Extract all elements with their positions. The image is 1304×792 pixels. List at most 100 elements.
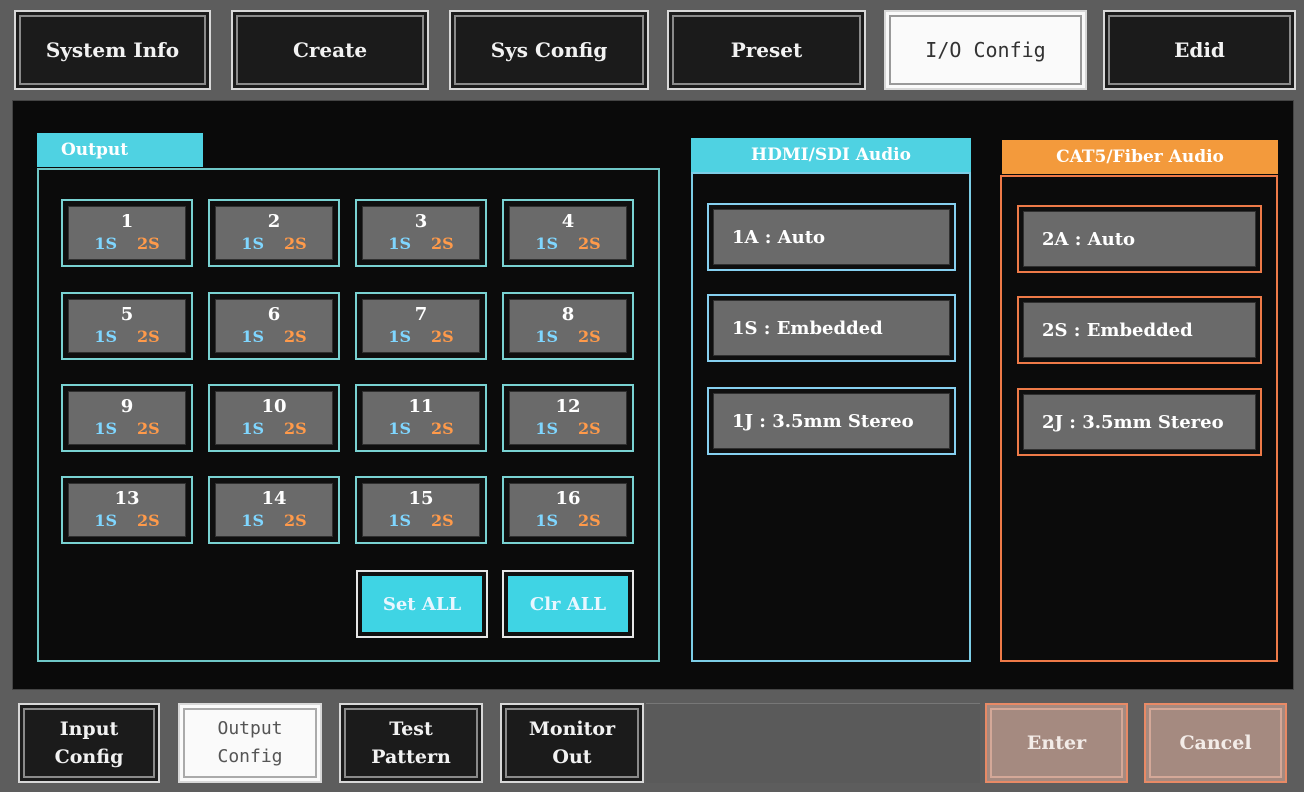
output-button-face: 6 1S 2S xyxy=(215,299,333,353)
output-button-face: 3 1S 2S xyxy=(362,206,480,260)
test-pattern-button[interactable]: Test Pattern xyxy=(339,703,483,783)
output-button-15[interactable]: 15 1S 2S xyxy=(355,476,487,544)
port-2s-label: 2S xyxy=(431,327,454,346)
tab-io-config[interactable]: I/O Config xyxy=(884,10,1087,90)
port-1s-label: 1S xyxy=(388,511,411,530)
output-number: 12 xyxy=(555,396,581,417)
port-2s-label: 2S xyxy=(578,419,601,438)
clr-all-button[interactable]: Clr ALL xyxy=(502,570,634,638)
hdmi-audio-item-label: 1A : Auto xyxy=(713,209,950,265)
tab-sys-config[interactable]: Sys Config xyxy=(449,10,649,90)
output-number: 5 xyxy=(120,304,134,325)
cat5-audio-item-stereo[interactable]: 2J : 3.5mm Stereo xyxy=(1017,388,1262,456)
tab-edid[interactable]: Edid xyxy=(1103,10,1296,90)
hdmi-audio-item-auto[interactable]: 1A : Auto xyxy=(707,203,956,271)
output-button-10[interactable]: 10 1S 2S xyxy=(208,384,340,452)
output-button-6[interactable]: 6 1S 2S xyxy=(208,292,340,360)
cancel-button[interactable]: Cancel xyxy=(1144,703,1287,783)
output-button-2[interactable]: 2 1S 2S xyxy=(208,199,340,267)
bottom-bar-spacer xyxy=(646,703,980,783)
output-button-face: 10 1S 2S xyxy=(215,391,333,445)
output-ports: 1S 2S xyxy=(94,510,159,532)
output-button-1[interactable]: 1 1S 2S xyxy=(61,199,193,267)
output-number: 14 xyxy=(261,488,287,509)
port-1s-label: 1S xyxy=(535,419,558,438)
output-number: 3 xyxy=(414,211,428,232)
output-button-face: 8 1S 2S xyxy=(509,299,627,353)
output-number: 8 xyxy=(561,304,575,325)
test-pattern-line1: Test xyxy=(389,718,433,740)
output-button-3[interactable]: 3 1S 2S xyxy=(355,199,487,267)
output-button-face: 2 1S 2S xyxy=(215,206,333,260)
output-number: 2 xyxy=(267,211,281,232)
output-panel-title: Output xyxy=(37,133,203,167)
output-button-face: 7 1S 2S xyxy=(362,299,480,353)
output-button-face: 1 1S 2S xyxy=(68,206,186,260)
port-1s-label: 1S xyxy=(388,234,411,253)
port-1s-label: 1S xyxy=(241,327,264,346)
input-config-line1: Input xyxy=(59,718,119,740)
cat5-audio-item-auto[interactable]: 2A : Auto xyxy=(1017,205,1262,273)
output-number: 9 xyxy=(120,396,134,417)
output-ports: 1S 2S xyxy=(241,233,306,255)
output-number: 6 xyxy=(267,304,281,325)
port-1s-label: 1S xyxy=(94,419,117,438)
input-config-line2: Config xyxy=(54,746,124,768)
output-config-button[interactable]: Output Config xyxy=(178,703,322,783)
output-button-16[interactable]: 16 1S 2S xyxy=(502,476,634,544)
output-button-9[interactable]: 9 1S 2S xyxy=(61,384,193,452)
output-button-13[interactable]: 13 1S 2S xyxy=(61,476,193,544)
output-number: 4 xyxy=(561,211,575,232)
output-ports: 1S 2S xyxy=(94,233,159,255)
monitor-out-line2: Out xyxy=(552,746,592,768)
port-2s-label: 2S xyxy=(284,419,307,438)
output-ports: 1S 2S xyxy=(388,233,453,255)
port-2s-label: 2S xyxy=(431,234,454,253)
hdmi-audio-item-label: 1S : Embedded xyxy=(713,300,950,356)
output-button-face: 14 1S 2S xyxy=(215,483,333,537)
output-config-line2: Config xyxy=(217,746,283,767)
output-button-face: 9 1S 2S xyxy=(68,391,186,445)
clr-all-label: Clr ALL xyxy=(508,576,628,632)
port-2s-label: 2S xyxy=(431,511,454,530)
tab-create[interactable]: Create xyxy=(231,10,429,90)
output-config-line1: Output xyxy=(217,718,283,739)
test-pattern-line2: Pattern xyxy=(371,746,451,768)
right-bezel xyxy=(1294,0,1304,792)
set-all-button[interactable]: Set ALL xyxy=(356,570,488,638)
hdmi-audio-item-stereo[interactable]: 1J : 3.5mm Stereo xyxy=(707,387,956,455)
input-config-button[interactable]: Input Config xyxy=(18,703,160,783)
output-button-11[interactable]: 11 1S 2S xyxy=(355,384,487,452)
tab-system-info[interactable]: System Info xyxy=(14,10,211,90)
cat5-audio-item-embedded[interactable]: 2S : Embedded xyxy=(1017,296,1262,364)
port-2s-label: 2S xyxy=(578,327,601,346)
tab-preset[interactable]: Preset xyxy=(667,10,866,90)
enter-button[interactable]: Enter xyxy=(985,703,1128,783)
output-button-4[interactable]: 4 1S 2S xyxy=(502,199,634,267)
output-ports: 1S 2S xyxy=(388,510,453,532)
output-number: 10 xyxy=(261,396,287,417)
output-ports: 1S 2S xyxy=(241,326,306,348)
port-2s-label: 2S xyxy=(137,419,160,438)
monitor-out-button[interactable]: Monitor Out xyxy=(500,703,644,783)
output-ports: 1S 2S xyxy=(535,233,600,255)
output-button-14[interactable]: 14 1S 2S xyxy=(208,476,340,544)
output-button-8[interactable]: 8 1S 2S xyxy=(502,292,634,360)
hdmi-audio-item-embedded[interactable]: 1S : Embedded xyxy=(707,294,956,362)
port-2s-label: 2S xyxy=(284,327,307,346)
port-2s-label: 2S xyxy=(137,511,160,530)
output-number: 13 xyxy=(114,488,140,509)
port-1s-label: 1S xyxy=(388,327,411,346)
cat5-audio-panel-title: CAT5/Fiber Audio xyxy=(1002,140,1278,174)
output-button-face: 15 1S 2S xyxy=(362,483,480,537)
output-button-7[interactable]: 7 1S 2S xyxy=(355,292,487,360)
output-button-face: 5 1S 2S xyxy=(68,299,186,353)
monitor-out-line1: Monitor xyxy=(528,718,616,740)
port-1s-label: 1S xyxy=(535,511,558,530)
cat5-audio-item-label: 2A : Auto xyxy=(1023,211,1256,267)
port-1s-label: 1S xyxy=(535,327,558,346)
output-button-12[interactable]: 12 1S 2S xyxy=(502,384,634,452)
output-button-face: 4 1S 2S xyxy=(509,206,627,260)
output-button-face: 16 1S 2S xyxy=(509,483,627,537)
output-button-5[interactable]: 5 1S 2S xyxy=(61,292,193,360)
